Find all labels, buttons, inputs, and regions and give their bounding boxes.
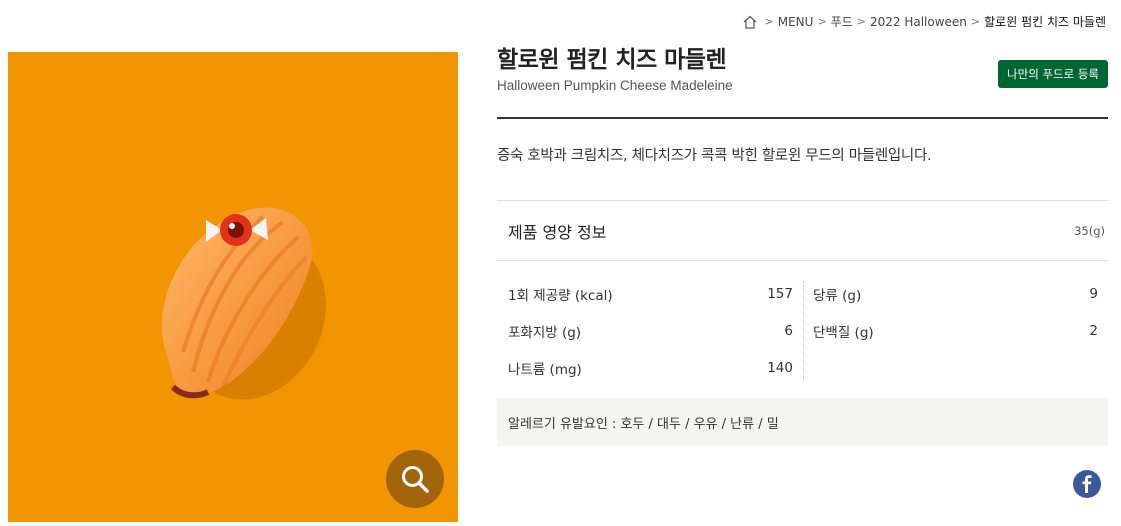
nutrition-value: 2 <box>1089 322 1098 339</box>
chevron-right-icon: > <box>970 15 981 28</box>
facebook-icon <box>1082 475 1092 493</box>
nutrition-value: 157 <box>767 285 793 302</box>
nutrition-value: 9 <box>1089 285 1098 302</box>
nutrition-label: 단백질 (g) <box>813 324 874 341</box>
nutrition-label: 포화지방 (g) <box>508 324 582 341</box>
nutrition-column-left: 1회 제공량 (kcal) 157 포화지방 (g) 6 나트륨 (mg) 14… <box>508 275 793 386</box>
nutrition-row: 나트륨 (mg) 140 <box>508 349 793 386</box>
serving-size: 35(g) <box>1074 223 1105 238</box>
nutrition-column-right: 당류 (g) 9 단백질 (g) 2 <box>813 275 1098 349</box>
allergy-info: 알레르기 유발요인 : 호두 / 대두 / 우유 / 난류 / 밀 <box>497 398 1108 446</box>
nutrition-value: 140 <box>767 359 793 376</box>
nutrition-row: 1회 제공량 (kcal) 157 <box>508 275 793 312</box>
nutrition-header: 제품 영양 정보 35(g) <box>497 200 1108 261</box>
divider <box>497 117 1108 119</box>
product-image <box>8 52 458 522</box>
nutrition-row: 포화지방 (g) 6 <box>508 312 793 349</box>
chevron-right-icon: > <box>764 15 774 28</box>
nutrition-heading: 제품 영양 정보 <box>508 222 607 242</box>
breadcrumb-current: 할로윈 펌킨 치즈 마들렌 <box>984 15 1106 29</box>
breadcrumb-food[interactable]: 푸드 <box>831 13 853 30</box>
nutrition-row: 단백질 (g) 2 <box>813 312 1098 349</box>
zoom-button[interactable] <box>386 450 444 508</box>
nutrition-value: 6 <box>784 322 793 339</box>
chevron-right-icon: > <box>817 15 827 28</box>
home-icon[interactable] <box>742 14 758 30</box>
nutrition-info: 제품 영양 정보 35(g) 1회 제공량 (kcal) 157 포화지방 (g… <box>497 200 1108 399</box>
breadcrumb-menu[interactable]: MENU <box>778 15 814 29</box>
facebook-share-button[interactable] <box>1073 470 1101 498</box>
nutrition-table: 1회 제공량 (kcal) 157 포화지방 (g) 6 나트륨 (mg) 14… <box>497 261 1108 399</box>
nutrition-label: 나트륨 (mg) <box>508 361 582 378</box>
chevron-right-icon: > <box>856 15 866 28</box>
register-my-food-button[interactable]: 나만의 푸드로 등록 <box>998 60 1108 88</box>
nutrition-label: 당류 (g) <box>813 287 862 304</box>
column-divider <box>803 281 804 379</box>
madeleine-illustration <box>161 207 326 400</box>
nutrition-label: 1회 제공량 (kcal) <box>508 287 613 304</box>
breadcrumb: > MENU > 푸드 > 2022 Halloween > 할로윈 펌킨 치즈… <box>742 13 1106 30</box>
nutrition-row: 당류 (g) 9 <box>813 275 1098 312</box>
product-info: 할로윈 펌킨 치즈 마들렌 Halloween Pumpkin Cheese M… <box>497 44 1108 498</box>
breadcrumb-halloween[interactable]: 2022 Halloween <box>870 15 967 29</box>
magnifier-icon <box>402 466 429 493</box>
product-description: 증숙 호박과 크림치즈, 체다치즈가 콕콕 박힌 할로윈 무드의 마들렌입니다. <box>497 148 932 164</box>
